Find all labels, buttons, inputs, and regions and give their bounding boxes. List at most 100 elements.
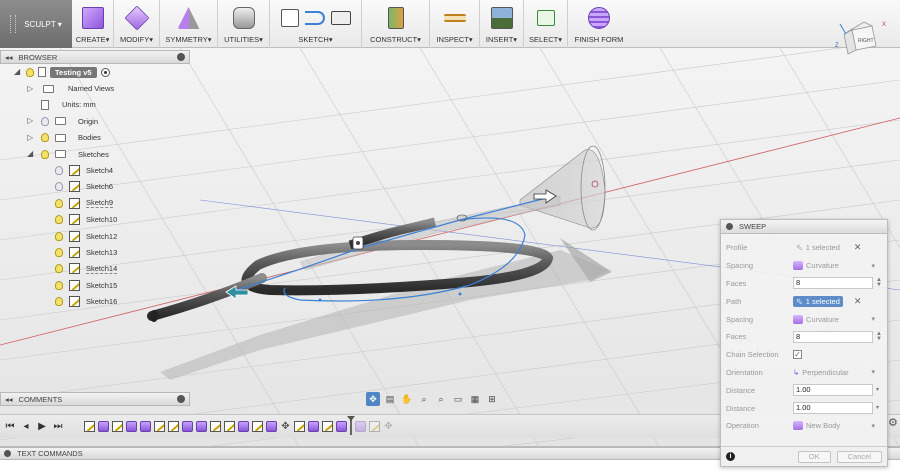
zoom-icon[interactable]: ⌕	[417, 392, 431, 406]
timeline-sketch-icon[interactable]	[224, 421, 235, 432]
ok-button[interactable]: OK	[797, 450, 831, 463]
tree-item-sketch[interactable]: Sketch13	[0, 244, 190, 260]
create-menu[interactable]: CREATE▾	[72, 0, 114, 48]
tree-item-sketch[interactable]: Sketch12	[0, 228, 190, 244]
tree-item-sketch[interactable]: Sketch4	[0, 162, 190, 178]
sweep-header[interactable]: SWEEP	[721, 220, 887, 234]
profile-selection-button[interactable]: ⬁ 1 selected	[793, 242, 843, 253]
info-icon[interactable]: i	[726, 452, 735, 461]
distance-input[interactable]: 1.00	[793, 402, 873, 415]
collapse-dot-icon[interactable]	[4, 450, 11, 457]
grid-settings-icon[interactable]: ▦	[468, 392, 482, 406]
display-settings-icon[interactable]: ▭	[451, 392, 465, 406]
visibility-bulb-icon[interactable]	[55, 280, 63, 290]
spline-icon[interactable]	[304, 11, 325, 25]
tree-item-sketches[interactable]: ◢ Sketches	[0, 146, 190, 162]
timeline-sketch-icon[interactable]	[294, 421, 305, 432]
collapse-triangle-icon[interactable]: ▷	[27, 117, 35, 125]
timeline-marker[interactable]	[347, 415, 355, 435]
visibility-bulb-icon[interactable]	[41, 149, 49, 159]
utilities-menu[interactable]: UTILITIES▾	[218, 0, 270, 48]
collapse-dot-icon[interactable]	[726, 223, 733, 230]
tree-item-sketch[interactable]: Sketch10	[0, 212, 190, 228]
timeline-form-icon[interactable]	[126, 421, 137, 432]
tree-item-units[interactable]: Units: mm	[0, 97, 190, 113]
expand-triangle-icon[interactable]: ◢	[14, 68, 22, 76]
visibility-bulb-icon[interactable]	[55, 231, 63, 241]
timeline-sketch-icon[interactable]	[154, 421, 165, 432]
viewports-icon[interactable]: ⊞	[485, 392, 499, 406]
spacing-dropdown[interactable]: Curvature ▾	[793, 261, 875, 271]
comments-header[interactable]: ◂◂ COMMENTS	[0, 392, 190, 406]
gear-icon[interactable]: ⚙	[888, 418, 898, 429]
activate-radio-icon[interactable]	[100, 67, 110, 77]
path-point[interactable]	[458, 292, 462, 296]
operation-dropdown[interactable]: New Body ▾	[793, 421, 875, 431]
tree-item-sketch[interactable]: Sketch15	[0, 277, 190, 293]
visibility-bulb-icon[interactable]	[55, 166, 63, 176]
comments-panel[interactable]: ◂◂ COMMENTS	[0, 392, 190, 406]
construct-menu[interactable]: CONSTRUCT▾	[362, 0, 430, 48]
timeline-form-icon[interactable]	[336, 421, 347, 432]
orientation-dropdown[interactable]: ↳ Perpendicular ▾	[793, 368, 875, 377]
timeline-form-icon[interactable]	[140, 421, 151, 432]
tree-root-row[interactable]: ◢ Testing v5	[0, 64, 190, 80]
tree-item-origin[interactable]: ▷ Origin	[0, 113, 190, 129]
add-comment-icon[interactable]	[177, 395, 185, 403]
collapse-triangle-icon[interactable]: ▷	[27, 84, 35, 93]
timeline-form-icon[interactable]	[238, 421, 249, 432]
timeline-sketch-icon[interactable]	[369, 421, 380, 432]
select-menu[interactable]: SELECT▾	[524, 0, 568, 48]
visibility-bulb-icon[interactable]	[41, 133, 49, 143]
timeline-move-icon[interactable]: ✥	[280, 421, 291, 432]
timeline-move-icon[interactable]: ✥	[383, 421, 394, 432]
clear-selection-icon[interactable]: ✕	[854, 242, 862, 253]
path-point[interactable]	[318, 298, 322, 302]
create-sketch-icon[interactable]	[280, 9, 299, 27]
timeline-form-icon[interactable]	[182, 421, 193, 432]
tree-item-sketch[interactable]: Sketch14	[0, 261, 190, 277]
play-icon[interactable]: ▶	[36, 421, 48, 432]
viewcube[interactable]: RIGHT Z X	[830, 12, 890, 72]
spacing-dropdown[interactable]: Curvature ▾	[793, 314, 875, 324]
tree-item-sketch[interactable]: Sketch9	[0, 195, 190, 211]
pan-hand-icon[interactable]: ✋	[400, 392, 414, 406]
manipulator-handle[interactable]	[352, 236, 364, 250]
chain-selection-checkbox[interactable]: ✓	[793, 350, 802, 360]
timeline-sketch-icon[interactable]	[112, 421, 123, 432]
timeline-sketch-icon[interactable]	[322, 421, 333, 432]
faces-input[interactable]: 8	[793, 277, 873, 290]
panel-options-icon[interactable]	[177, 53, 185, 61]
tree-item-sketch[interactable]: Sketch16	[0, 293, 190, 309]
look-at-icon[interactable]: ▤	[383, 392, 397, 406]
inspect-menu[interactable]: INSPECT▾	[430, 0, 480, 48]
timeline-form-icon[interactable]	[266, 421, 277, 432]
tree-item-bodies[interactable]: ▷ Bodies	[0, 130, 190, 146]
collapse-panel-icon[interactable]: ◂◂	[5, 395, 13, 404]
workspace-switcher[interactable]: SCULPT ▾	[0, 0, 72, 48]
timeline-sketch-icon[interactable]	[168, 421, 179, 432]
faces-input[interactable]: 8	[793, 330, 873, 343]
collapse-panel-icon[interactable]: ◂◂	[5, 53, 13, 62]
distance-input[interactable]: 1.00	[793, 384, 873, 397]
cancel-button[interactable]: Cancel	[836, 450, 882, 463]
collapse-triangle-icon[interactable]: ▷	[27, 133, 35, 142]
rectangle-icon[interactable]	[330, 11, 351, 25]
timeline-sketch-icon[interactable]	[210, 421, 221, 432]
visibility-bulb-icon[interactable]	[55, 182, 63, 192]
chevron-down-icon[interactable]: ▾	[876, 405, 879, 411]
modify-menu[interactable]: MODIFY▾	[114, 0, 160, 48]
go-to-start-icon[interactable]: ⏮	[4, 421, 16, 432]
browser-header[interactable]: ◂◂ BROWSER	[0, 50, 190, 64]
path-selection-button[interactable]: ⬁ 1 selected	[793, 295, 843, 307]
timeline-form-icon[interactable]	[308, 421, 319, 432]
timeline-form-icon[interactable]	[196, 421, 207, 432]
stepper-icon[interactable]: ▲ ▼	[876, 277, 882, 288]
timeline-sketch-icon[interactable]	[252, 421, 263, 432]
visibility-bulb-icon[interactable]	[55, 297, 63, 307]
finish-form-button[interactable]: FINISH FORM	[568, 0, 630, 48]
go-to-end-icon[interactable]: ⏭	[52, 421, 64, 432]
visibility-bulb-icon[interactable]	[55, 198, 63, 208]
timeline-form-icon[interactable]	[98, 421, 109, 432]
visibility-bulb-icon[interactable]	[55, 247, 63, 257]
